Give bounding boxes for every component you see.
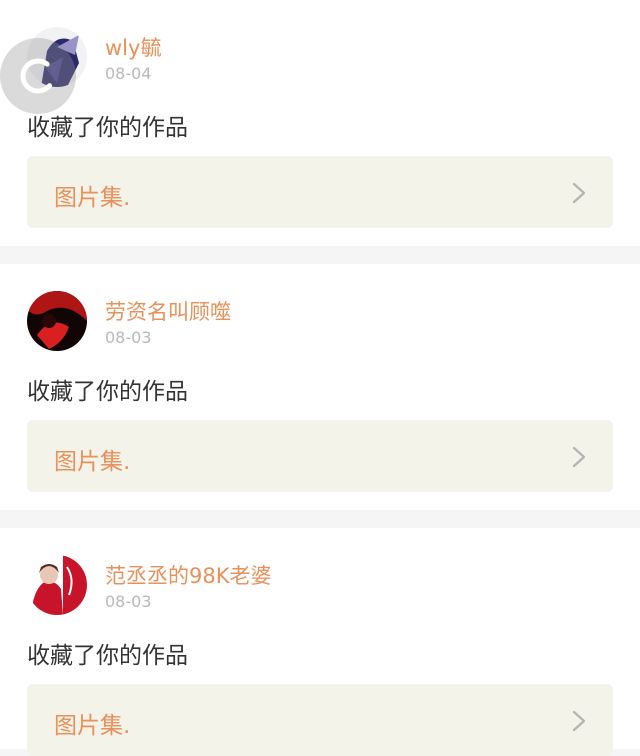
action-text: 收藏了你的作品 bbox=[27, 643, 188, 669]
chevron-right-icon bbox=[571, 710, 587, 732]
action-text: 收藏了你的作品 bbox=[27, 115, 188, 141]
timestamp: 08-03 bbox=[105, 328, 152, 347]
timestamp: 08-04 bbox=[105, 64, 152, 83]
notification-card: 劳资名叫顾噬 08-03 收藏了你的作品 图片集. bbox=[0, 264, 640, 510]
notification-card: wly毓 08-04 收藏了你的作品 图片集. bbox=[0, 0, 640, 246]
collection-title: 图片集. bbox=[54, 449, 131, 475]
chevron-right-icon bbox=[571, 446, 587, 468]
avatar-image bbox=[27, 291, 87, 351]
timestamp: 08-03 bbox=[105, 592, 152, 611]
collection-link[interactable]: 图片集. bbox=[27, 156, 613, 228]
avatar-image bbox=[27, 555, 87, 615]
avatar[interactable] bbox=[27, 555, 87, 615]
chevron-right-icon bbox=[571, 182, 587, 204]
username[interactable]: wly毓 bbox=[105, 32, 161, 62]
collection-title: 图片集. bbox=[54, 185, 131, 211]
avatar[interactable] bbox=[27, 291, 87, 351]
notification-card: 范丞丞的98K老婆 08-03 收藏了你的作品 图片集. bbox=[0, 528, 640, 756]
collection-title: 图片集. bbox=[54, 713, 131, 739]
collection-link[interactable]: 图片集. bbox=[27, 684, 613, 756]
notification-feed: wly毓 08-04 收藏了你的作品 图片集. 劳资名叫顾噬 08-03 收藏了… bbox=[0, 0, 640, 756]
action-text: 收藏了你的作品 bbox=[27, 379, 188, 405]
username[interactable]: 范丞丞的98K老婆 bbox=[105, 560, 272, 590]
collection-link[interactable]: 图片集. bbox=[27, 420, 613, 492]
username[interactable]: 劳资名叫顾噬 bbox=[105, 296, 231, 326]
back-overlay-icon[interactable] bbox=[0, 38, 76, 114]
